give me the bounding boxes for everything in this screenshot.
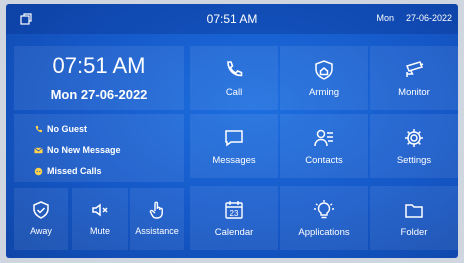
settings-tile[interactable]: Settings (370, 114, 458, 178)
phone-small-icon (35, 125, 43, 132)
calendar-icon: 23 (225, 201, 243, 219)
shield-house-icon (315, 60, 333, 80)
applications-label: Applications (298, 227, 350, 238)
message-status[interactable]: No New Message (34, 145, 121, 155)
mute-label: Mute (89, 226, 110, 236)
speaker-mute-icon (92, 203, 108, 217)
envelope-small-icon (34, 146, 43, 153)
call-tile[interactable]: Call (190, 46, 278, 110)
clock-time: 07:51 AM (52, 53, 146, 78)
message-status-label: No New Message (47, 145, 121, 155)
messages-label: Messages (212, 155, 256, 166)
assistance-label: Assistance (135, 226, 179, 236)
camera-icon (406, 61, 424, 77)
status-bar-day: Mon (376, 13, 394, 23)
calendar-label: Calendar (214, 227, 254, 238)
clock-date: Mon 27-06-2022 (50, 87, 148, 102)
call-label: Call (225, 87, 243, 98)
away-button[interactable]: Away (14, 188, 68, 250)
phone-icon (227, 61, 243, 77)
chat-small-icon (34, 167, 43, 175)
status-bar-date: 27-06-2022 (405, 13, 452, 23)
contacts-label: Contacts (305, 155, 343, 166)
clock-widget: 07:51 AM Mon 27-06-2022 (14, 46, 184, 110)
folder-icon (405, 204, 423, 218)
applications-tile[interactable]: Applications (280, 186, 368, 250)
messages-tile[interactable]: Messages (190, 114, 278, 178)
monitor-label: Monitor (398, 87, 430, 98)
message-icon (225, 130, 243, 147)
shield-check-icon (33, 201, 49, 219)
status-panel: No Guest No New Message Missed Calls (14, 114, 184, 182)
gear-icon (405, 129, 423, 147)
contacts-tile[interactable]: Contacts (280, 114, 368, 178)
missed-calls-label: Missed Calls (47, 166, 102, 176)
settings-label: Settings (396, 155, 432, 166)
mute-button[interactable]: Mute (72, 188, 128, 250)
guest-status-label: No Guest (47, 124, 88, 134)
folder-label: Folder (400, 227, 428, 238)
lightbulb-icon (314, 200, 334, 219)
assistance-button[interactable]: Assistance (130, 188, 184, 250)
contacts-icon (314, 129, 333, 147)
hand-icon (149, 201, 163, 219)
calendar-tile[interactable]: 23 Calendar (190, 186, 278, 250)
folder-tile[interactable]: Folder (370, 186, 458, 250)
missed-calls-status[interactable]: Missed Calls (34, 166, 102, 176)
home-screen: 07:51 AM Mon 27-06-2022 07:51 AM Mon 27-… (6, 4, 458, 258)
arming-tile[interactable]: Arming (280, 46, 368, 110)
monitor-tile[interactable]: Monitor (370, 46, 458, 110)
status-bar: 07:51 AM Mon 27-06-2022 (6, 4, 458, 34)
calendar-day-number: 23 (230, 209, 239, 218)
guest-status[interactable]: No Guest (34, 124, 87, 134)
arming-label: Arming (308, 87, 340, 98)
away-label: Away (30, 226, 52, 236)
